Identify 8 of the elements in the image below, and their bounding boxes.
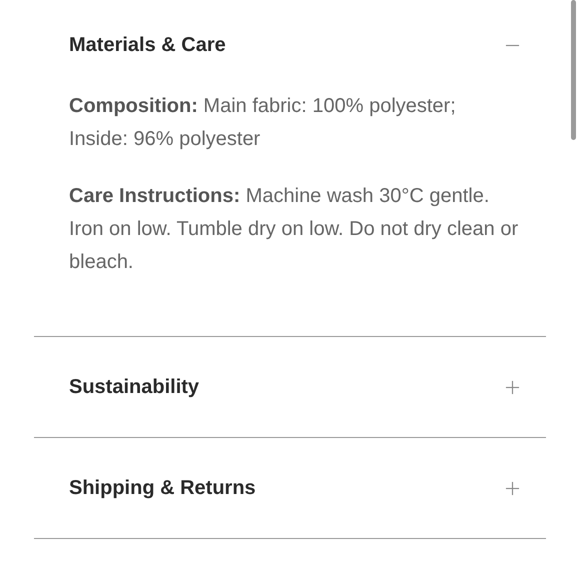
description-text: Composition: Main fabric: 100% polyester; Inside: 96% polyester bbox=[69, 94, 457, 152]
plus-icon[interactable] bbox=[505, 480, 520, 496]
scrollbar[interactable] bbox=[571, 0, 576, 140]
section-heading[interactable]: Sustainability bbox=[69, 376, 200, 398]
plus-icon[interactable] bbox=[505, 380, 520, 394]
description-text: Care Instructions: Machine wash 30°C gentle. Iron on low. Tumble dry on low. Do not dry clean or bleach. bbox=[69, 184, 520, 275]
section-heading[interactable]: Shipping & Returns bbox=[69, 476, 256, 500]
section-heading[interactable]: Materials & Care bbox=[69, 34, 226, 56]
